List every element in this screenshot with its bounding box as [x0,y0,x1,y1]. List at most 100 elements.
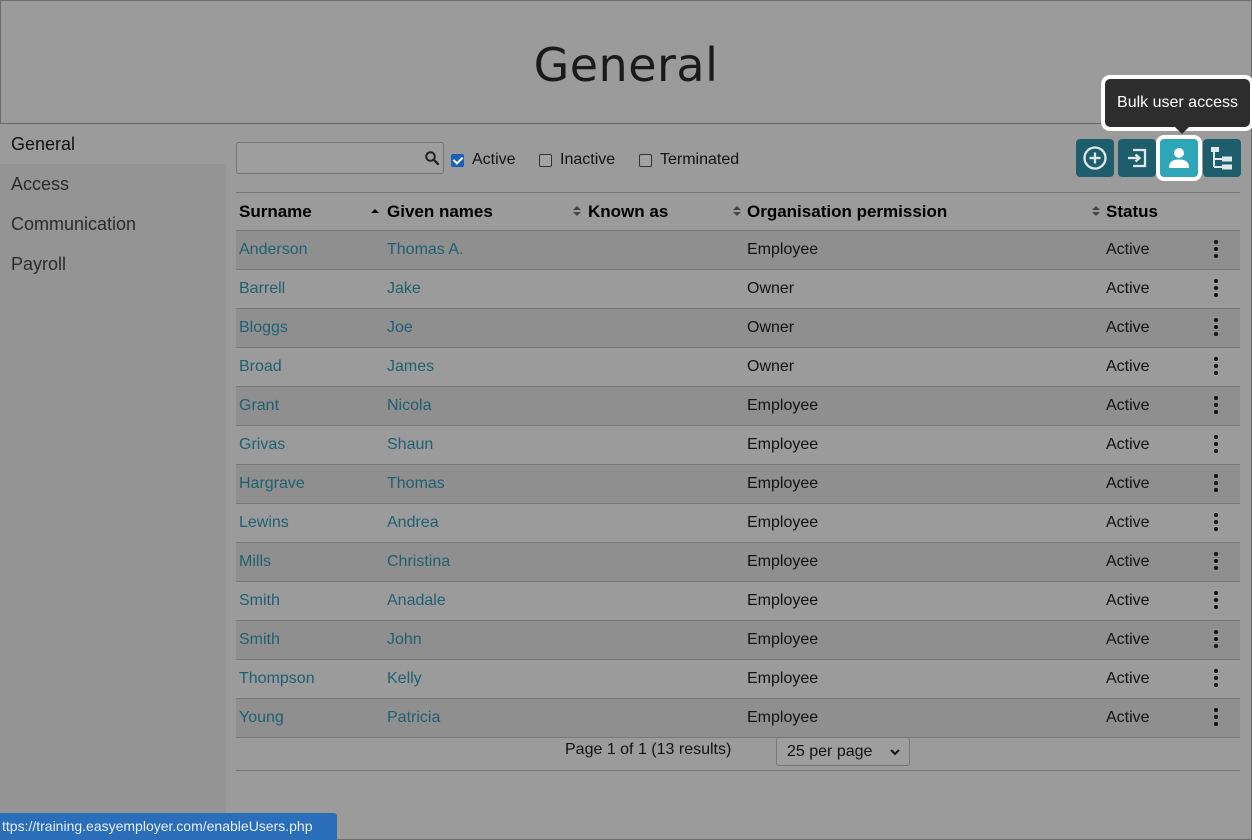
sort-asc-icon[interactable] [371,204,379,218]
row-menu-icon[interactable] [1211,630,1221,650]
table-row[interactable]: Smith John Employee Active [236,621,1240,660]
given-names-cell[interactable]: Patricia [387,709,440,727]
column-header-known-as[interactable]: Known as [588,202,668,222]
row-menu-icon[interactable] [1211,591,1221,611]
hierarchy-icon [1211,147,1232,170]
table-header: Surname Given names Known as Organisatio… [236,193,1240,231]
table-row[interactable]: Young Patricia Employee Active [236,699,1240,738]
search-input[interactable] [237,143,429,171]
given-names-cell[interactable]: Kelly [387,670,422,688]
table-row[interactable]: Grivas Shaun Employee Active [236,426,1240,465]
permission-cell: Employee [747,592,819,609]
surname-cell[interactable]: Young [239,709,284,727]
filter-terminated-label: Terminated [660,151,740,168]
header: General [0,0,1252,124]
row-menu-icon[interactable] [1211,240,1221,260]
row-menu-icon[interactable] [1211,513,1221,533]
permission-cell: Owner [747,319,795,336]
row-menu-icon[interactable] [1211,357,1221,377]
filter-inactive[interactable]: Inactive [539,151,615,169]
table-row[interactable]: Mills Christina Employee Active [236,543,1240,582]
surname-cell[interactable]: Grant [239,397,279,415]
column-header-organisation-permission[interactable]: Organisation permission [747,202,947,222]
table-row[interactable]: Thompson Kelly Employee Active [236,660,1240,699]
sort-icon[interactable] [733,204,741,218]
given-names-cell[interactable]: Christina [387,553,450,571]
add-circle-icon [1083,146,1107,170]
inactive-checkbox[interactable] [539,153,552,167]
search-icon[interactable] [425,151,439,165]
permission-cell: Owner [747,280,795,297]
permission-cell: Employee [747,514,819,531]
surname-cell[interactable]: Anderson [239,241,308,259]
row-menu-icon[interactable] [1211,435,1221,455]
given-names-cell[interactable]: Jake [387,280,421,298]
sidebar-item-communication[interactable]: Communication [0,204,226,244]
sort-icon[interactable] [573,204,581,218]
given-names-cell[interactable]: James [387,358,434,376]
row-menu-icon[interactable] [1211,708,1221,728]
table-row[interactable]: Anderson Thomas A. Employee Active [236,231,1240,270]
table-row[interactable]: Lewins Andrea Employee Active [236,504,1240,543]
permission-cell: Employee [747,475,819,492]
sidebar-item-payroll[interactable]: Payroll [0,244,226,284]
row-menu-icon[interactable] [1211,474,1221,494]
sidebar-item-access[interactable]: Access [0,164,226,204]
status-cell: Active [1106,709,1150,726]
surname-cell[interactable]: Smith [239,631,280,649]
terminated-checkbox[interactable] [639,153,652,167]
import-button[interactable] [1118,139,1156,177]
filter-terminated[interactable]: Terminated [639,151,739,169]
given-names-cell[interactable]: Joe [387,319,413,337]
browser-status-bar: ttps://training.easyemployer.com/enableU… [0,813,337,840]
add-employee-button[interactable] [1076,139,1114,177]
status-cell: Active [1106,241,1150,258]
given-names-cell[interactable]: Thomas A. [387,241,463,259]
row-menu-icon[interactable] [1211,318,1221,338]
sidebar-item-general[interactable]: General [0,124,226,164]
row-menu-icon[interactable] [1211,669,1221,689]
table-row[interactable]: Bloggs Joe Owner Active [236,309,1240,348]
surname-cell[interactable]: Barrell [239,280,285,298]
surname-cell[interactable]: Mills [239,553,271,571]
surname-cell[interactable]: Grivas [239,436,285,454]
given-names-cell[interactable]: John [387,631,422,649]
table-row[interactable]: Barrell Jake Owner Active [236,270,1240,309]
permission-cell: Employee [747,241,819,258]
permission-cell: Employee [747,631,819,648]
surname-cell[interactable]: Smith [239,592,280,610]
given-names-cell[interactable]: Nicola [387,397,431,415]
column-header-given-names[interactable]: Given names [387,202,493,222]
surname-cell[interactable]: Bloggs [239,319,288,337]
permission-cell: Employee [747,553,819,570]
surname-cell[interactable]: Thompson [239,670,315,688]
surname-cell[interactable]: Hargrave [239,475,305,493]
given-names-cell[interactable]: Andrea [387,514,439,532]
given-names-cell[interactable]: Thomas [387,475,445,493]
column-header-status[interactable]: Status [1106,202,1158,222]
status-cell: Active [1106,553,1150,570]
column-header-surname[interactable]: Surname [239,202,312,222]
person-icon [1169,148,1189,168]
org-chart-button[interactable] [1203,139,1241,177]
table-row[interactable]: Grant Nicola Employee Active [236,387,1240,426]
active-checkbox[interactable] [451,153,464,167]
given-names-cell[interactable]: Shaun [387,436,433,454]
filter-active[interactable]: Active [451,151,516,169]
bulk-user-access-button[interactable] [1156,135,1202,181]
row-menu-icon[interactable] [1211,552,1221,572]
search-box [236,142,444,174]
table-row[interactable]: Broad James Owner Active [236,348,1240,387]
status-cell: Active [1106,397,1150,414]
row-menu-icon[interactable] [1211,279,1221,299]
table-row[interactable]: Smith Anadale Employee Active [236,582,1240,621]
surname-cell[interactable]: Lewins [239,514,289,532]
given-names-cell[interactable]: Anadale [387,592,446,610]
sort-icon[interactable] [1092,204,1100,218]
table-row[interactable]: Hargrave Thomas Employee Active [236,465,1240,504]
permission-cell: Owner [747,358,795,375]
per-page-select[interactable]: 25 per page [776,737,910,766]
status-cell: Active [1106,358,1150,375]
row-menu-icon[interactable] [1211,396,1221,416]
surname-cell[interactable]: Broad [239,358,282,376]
